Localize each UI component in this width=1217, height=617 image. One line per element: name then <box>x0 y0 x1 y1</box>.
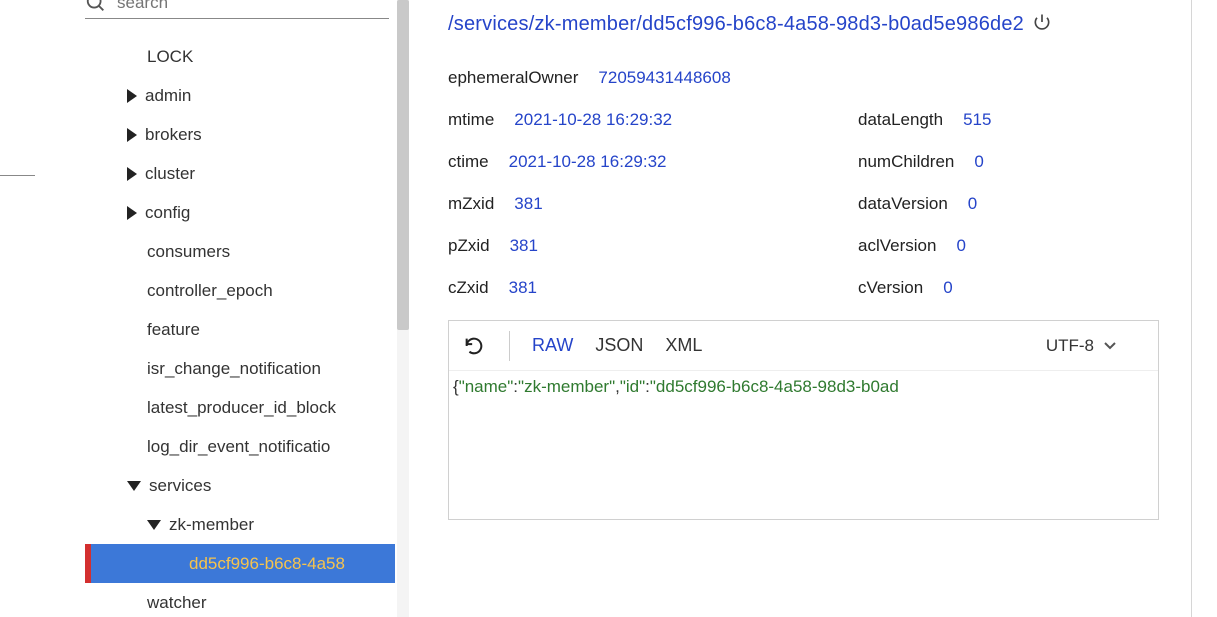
json-key: "id" <box>620 377 645 396</box>
meta-aclversion: aclVersion 0 <box>858 236 966 256</box>
tree-item-label: services <box>149 476 211 496</box>
tree-item-cluster[interactable]: cluster <box>85 154 395 193</box>
json-string: "zk-member" <box>518 377 615 396</box>
caret-down-icon[interactable] <box>127 481 141 491</box>
caret-down-icon[interactable] <box>147 520 161 530</box>
meta-value: 381 <box>509 278 537 298</box>
tree-item-label: cluster <box>145 164 195 184</box>
tree-item-label: dd5cf996-b6c8-4a58 <box>85 554 345 574</box>
tree-item-label: consumers <box>85 242 230 262</box>
node-path-row: /services/zk-member/dd5cf996-b6c8-4a58-9… <box>448 12 1159 36</box>
meta-cversion: cVersion 0 <box>858 278 953 298</box>
node-metadata: ephemeralOwner 72059431448608 mtime 2021… <box>448 68 1159 298</box>
meta-numchildren: numChildren 0 <box>858 152 984 172</box>
search-input[interactable] <box>117 0 389 13</box>
tree-item-consumers[interactable]: consumers <box>85 232 395 271</box>
tree-item-label: brokers <box>145 125 202 145</box>
details-panel: /services/zk-member/dd5cf996-b6c8-4a58-9… <box>448 0 1159 520</box>
meta-value: 381 <box>510 236 538 256</box>
meta-pzxid: pZxid 381 <box>448 236 858 256</box>
right-border <box>1191 0 1195 617</box>
json-key: "name" <box>459 377 514 396</box>
caret-right-icon[interactable] <box>127 128 137 142</box>
meta-label: cZxid <box>448 278 489 298</box>
tree-item-label: watcher <box>85 593 207 613</box>
tree-item-log-dir-event-notificatio[interactable]: log_dir_event_notificatio <box>85 427 395 466</box>
meta-label: ctime <box>448 152 489 172</box>
caret-right-icon[interactable] <box>127 167 137 181</box>
meta-label: dataLength <box>858 110 943 130</box>
meta-label: pZxid <box>448 236 490 256</box>
tree-item-brokers[interactable]: brokers <box>85 115 395 154</box>
meta-label: mZxid <box>448 194 494 214</box>
meta-value: 0 <box>943 278 952 298</box>
meta-value: 0 <box>968 194 977 214</box>
tree-panel: LOCK admin brokers cluster config consumers co… <box>85 0 395 612</box>
meta-czxid: cZxid 381 <box>448 278 858 298</box>
tree-item-config[interactable]: config <box>85 193 395 232</box>
tree-item-isr-change-notification[interactable]: isr_change_notification <box>85 349 395 388</box>
toolbar-divider <box>509 331 510 361</box>
tree-scrollbar-track[interactable] <box>397 0 409 617</box>
meta-value: 0 <box>974 152 983 172</box>
caret-right-icon[interactable] <box>127 89 137 103</box>
tree-item-zk-member[interactable]: zk-member <box>85 505 395 544</box>
json-string: "dd5cf996-b6c8-4a58-98d3-b0ad <box>650 377 899 396</box>
meta-label: cVersion <box>858 278 923 298</box>
meta-label: mtime <box>448 110 494 130</box>
format-raw-tab[interactable]: RAW <box>532 335 573 356</box>
tree-item-dd5cf996-b6c8-4a58[interactable]: dd5cf996-b6c8-4a58 <box>85 544 395 583</box>
meta-value: 515 <box>963 110 991 130</box>
meta-value: 381 <box>514 194 542 214</box>
meta-value: 2021-10-28 16:29:32 <box>514 110 672 130</box>
node-path: /services/zk-member/dd5cf996-b6c8-4a58-9… <box>448 13 1024 35</box>
data-content[interactable]: {"name":"zk-member","id":"dd5cf996-b6c8-… <box>449 371 1158 403</box>
tree-item-feature[interactable]: feature <box>85 310 395 349</box>
tree-item-label: log_dir_event_notificatio <box>85 437 330 457</box>
reload-button[interactable] <box>461 333 487 359</box>
meta-value: 0 <box>956 236 965 256</box>
tree-item-latest-producer-id-block[interactable]: latest_producer_id_block <box>85 388 395 427</box>
tree-item-label: feature <box>85 320 200 340</box>
encoding-select[interactable]: UTF-8 <box>1046 336 1116 356</box>
meta-ephemeralowner: ephemeralOwner 72059431448608 <box>448 68 858 88</box>
left-gutter-divider <box>0 175 35 176</box>
meta-label: aclVersion <box>858 236 936 256</box>
meta-value: 2021-10-28 16:29:32 <box>509 152 667 172</box>
tree-item-watcher[interactable]: watcher <box>85 583 395 612</box>
meta-datalength: dataLength 515 <box>858 110 991 130</box>
data-toolbar: RAW JSON XML UTF-8 <box>449 321 1158 371</box>
meta-label: numChildren <box>858 152 954 172</box>
tree-item-label: config <box>145 203 190 223</box>
meta-label: dataVersion <box>858 194 948 214</box>
encoding-label: UTF-8 <box>1046 336 1094 356</box>
search-icon <box>85 0 107 14</box>
tree-item-lock[interactable]: LOCK <box>85 37 395 76</box>
tree-item-label: controller_epoch <box>85 281 273 301</box>
tree-item-label: LOCK <box>85 47 193 67</box>
tree-item-label: zk-member <box>169 515 254 535</box>
format-xml-tab[interactable]: XML <box>665 335 702 356</box>
chevron-down-icon <box>1104 342 1116 350</box>
tree-item-services[interactable]: services <box>85 466 395 505</box>
tree-item-admin[interactable]: admin <box>85 76 395 115</box>
tree-item-controller-epoch[interactable]: controller_epoch <box>85 271 395 310</box>
meta-mzxid: mZxid 381 <box>448 194 858 214</box>
tree-item-label: latest_producer_id_block <box>85 398 336 418</box>
tree-scrollbar-thumb[interactable] <box>397 0 409 330</box>
data-viewer: RAW JSON XML UTF-8 {"name":"zk-member","… <box>448 320 1159 520</box>
caret-right-icon[interactable] <box>127 206 137 220</box>
tree-item-label: isr_change_notification <box>85 359 321 379</box>
meta-mtime: mtime 2021-10-28 16:29:32 <box>448 110 858 130</box>
tree-view: LOCK admin brokers cluster config consumers co… <box>85 37 395 612</box>
meta-dataversion: dataVersion 0 <box>858 194 977 214</box>
search-container <box>85 0 389 19</box>
format-json-tab[interactable]: JSON <box>595 335 643 356</box>
power-icon[interactable] <box>1032 12 1052 32</box>
tree-item-label: admin <box>145 86 191 106</box>
meta-ctime: ctime 2021-10-28 16:29:32 <box>448 152 858 172</box>
meta-value: 72059431448608 <box>598 68 730 88</box>
meta-label: ephemeralOwner <box>448 68 578 88</box>
